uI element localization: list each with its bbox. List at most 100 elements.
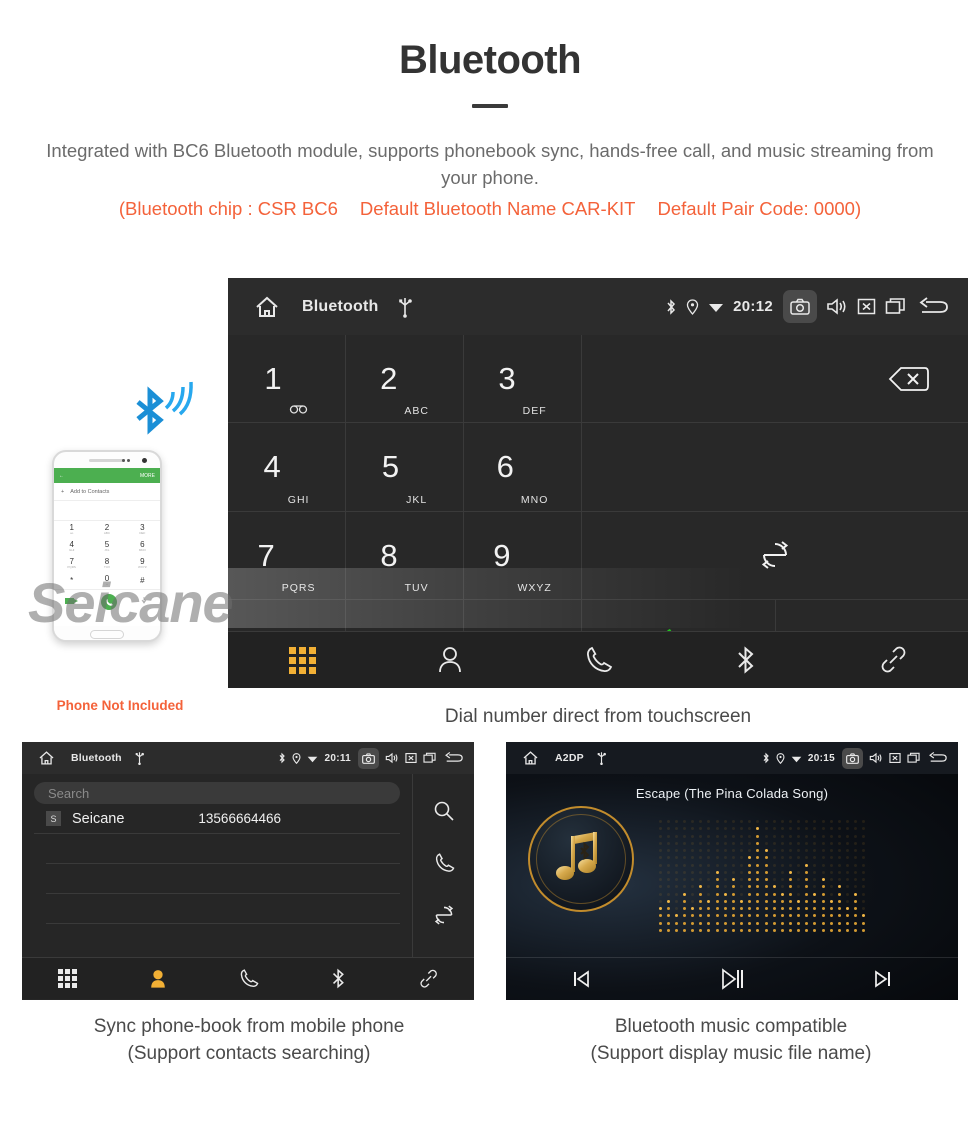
search-icon[interactable] [433, 800, 455, 827]
nav-dialpad[interactable] [22, 969, 112, 988]
key-digit: 1 [264, 361, 282, 397]
phone-key[interactable]: 6 MNO [125, 538, 160, 555]
phone-key[interactable]: 9 WXYZ [125, 555, 160, 572]
status-icons: 20:11 [272, 742, 464, 774]
contact-name: Seicane [72, 810, 125, 827]
phone-earpiece-row [54, 452, 160, 468]
phone-device: ← MORE + Add to Contacts 1 oo 2 ABC 3 DEF 4… [52, 450, 162, 642]
back-icon[interactable] [443, 751, 464, 765]
phone-back-icon[interactable]: ← [59, 473, 64, 479]
nav-bluetooth[interactable] [672, 644, 820, 676]
phone-keyboard-icon[interactable] [139, 593, 149, 611]
key-3[interactable]: 3 DEF [464, 335, 582, 424]
phone-key[interactable]: 2 ABC [89, 521, 124, 538]
previous-button[interactable] [506, 968, 657, 990]
call-icon[interactable] [433, 852, 455, 879]
backspace-icon [888, 366, 929, 391]
phone-key[interactable]: 3 DEF [125, 521, 160, 538]
contact-row-empty [46, 834, 400, 864]
recents-icon[interactable] [423, 752, 437, 764]
key-7[interactable]: 7 PQRS [228, 511, 346, 600]
key-letters: DEF [522, 405, 547, 418]
nav-call-log[interactable] [203, 968, 293, 989]
recents-icon[interactable] [907, 752, 921, 764]
phone-action-row [54, 589, 160, 614]
phone-speaker [89, 458, 125, 462]
phone-key[interactable]: 8 TUV [89, 555, 124, 572]
nav-pair-link[interactable] [820, 644, 968, 676]
phone-key[interactable]: 1 oo [54, 521, 89, 538]
phone-home-row [54, 626, 160, 640]
phone-key[interactable]: # [125, 572, 160, 589]
back-icon[interactable] [916, 296, 950, 318]
key-1[interactable]: 1 [228, 335, 346, 424]
key-letters: PQRS [281, 581, 316, 594]
dialpad-icon [57, 969, 77, 988]
phone-key[interactable]: 4 GHI [54, 538, 89, 555]
nav-bluetooth[interactable] [293, 967, 383, 990]
left-caption-line1: Sync phone-book from mobile phone [93, 1016, 405, 1037]
sync-icon[interactable] [433, 904, 455, 931]
phone-more-label[interactable]: MORE [140, 473, 155, 479]
close-icon[interactable] [889, 752, 901, 764]
key-letters: TUV [404, 581, 429, 594]
wifi-icon [791, 754, 802, 763]
close-icon[interactable] [405, 752, 417, 764]
key-8[interactable]: 8 TUV [346, 511, 464, 600]
status-bar: A2DP 20:15 [506, 742, 958, 774]
search-input[interactable]: Search [34, 782, 400, 804]
camera-icon[interactable] [358, 747, 379, 769]
key-5[interactable]: 5 JKL [346, 423, 464, 512]
nav-contacts[interactable] [112, 968, 202, 990]
status-bar: Bluetooth 20:11 [22, 742, 474, 774]
link-icon [881, 646, 906, 673]
phone-home-button[interactable] [90, 629, 124, 639]
phone-call-button[interactable] [101, 594, 117, 610]
nav-contacts[interactable] [376, 645, 524, 675]
phone-add-contact-row[interactable]: + Add to Contacts [54, 483, 160, 501]
nav-pair-link[interactable] [384, 968, 474, 990]
phone-camera [142, 457, 147, 463]
nav-dialpad[interactable] [228, 646, 376, 674]
screen-title: Bluetooth [302, 297, 379, 315]
location-icon [686, 298, 699, 315]
key-6[interactable]: 6 MNO [464, 423, 582, 512]
contact-icon [439, 647, 461, 673]
phone-key[interactable]: 0 + [89, 572, 124, 589]
phone-sim-icon[interactable] [65, 593, 79, 611]
phone-key[interactable]: * [54, 572, 89, 589]
key-letters: ABC [404, 405, 429, 418]
volume-icon[interactable] [869, 752, 883, 764]
volume-icon[interactable] [385, 752, 399, 764]
nav-call-log[interactable] [524, 645, 672, 675]
phone-key-letters: GHI [68, 548, 75, 552]
phonebook-screenshot: Bluetooth 20:11 Search S Seicane 1356666… [22, 742, 474, 1000]
key-2[interactable]: 2 ABC [346, 335, 464, 424]
equalizer-visualizer [656, 818, 868, 934]
screen-title: A2DP [555, 752, 584, 764]
home-icon[interactable] [254, 295, 280, 319]
phone-key-letters: ABC [103, 531, 111, 535]
next-button[interactable] [807, 968, 958, 990]
bottom-nav [22, 957, 474, 999]
camera-icon[interactable] [842, 747, 863, 769]
phone-key-letters: MNO [138, 548, 146, 552]
phone-dialpad: 1 oo 2 ABC 3 DEF 4 GHI 5 JKL 6 MNO 7 PQRS 8 TUV … [54, 521, 160, 589]
home-icon[interactable] [522, 750, 539, 766]
key-9[interactable]: 9 WXYZ [464, 511, 582, 600]
recents-icon[interactable] [885, 297, 907, 316]
key-digit: 6 [496, 449, 514, 485]
contact-row[interactable]: S Seicane 13566664466 [34, 804, 400, 834]
volume-icon[interactable] [826, 297, 848, 316]
sync-button[interactable] [582, 511, 968, 600]
home-icon[interactable] [38, 750, 55, 766]
phone-key[interactable]: 5 JKL [89, 538, 124, 555]
backspace-button[interactable] [582, 335, 968, 424]
phone-key[interactable]: 7 PQRS [54, 555, 89, 572]
phone-key-letters: oo [69, 531, 74, 535]
camera-icon[interactable] [783, 290, 817, 323]
key-4[interactable]: 4 GHI [228, 423, 346, 512]
close-icon[interactable] [857, 297, 876, 316]
play-pause-button[interactable] [657, 967, 808, 991]
back-icon[interactable] [927, 751, 948, 765]
